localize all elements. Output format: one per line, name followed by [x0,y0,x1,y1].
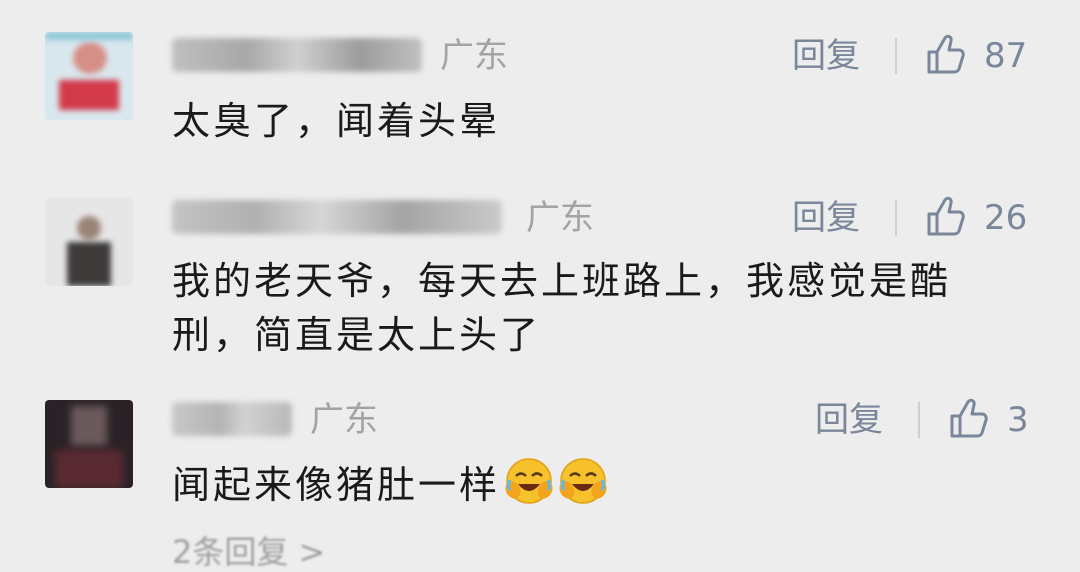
region-label: 广东 [526,198,594,238]
like-count: 26 [984,198,1028,238]
username-blurred[interactable] [172,200,502,234]
username-blurred[interactable] [172,402,292,436]
like-count: 87 [984,36,1028,76]
crying-laughing-face-icon [559,458,607,504]
like-count: 3 [1007,400,1029,440]
comment-text: 我的老天爷，每天去上班路上，我感觉是酷刑，简直是太上头了 [172,259,952,357]
divider [918,402,920,438]
comment-text: 太臭了，闻着头晕 [172,99,501,143]
divider [895,38,897,74]
thumbs-up-icon[interactable] [925,196,965,238]
region-label: 广东 [440,36,508,76]
comment-text-body: 闻起来像猪肚一样 [172,463,501,507]
divider [895,200,897,236]
username-blurred[interactable] [172,38,422,72]
comment-text: 闻起来像猪肚一样 [172,456,1032,512]
thumbs-up-icon[interactable] [948,398,988,440]
reply-button[interactable]: 回复 [815,400,883,440]
reply-button[interactable]: 回复 [792,36,860,76]
user-avatar[interactable] [45,400,133,488]
thumbs-up-icon[interactable] [925,34,965,76]
reply-button[interactable]: 回复 [792,198,860,238]
more-replies-link[interactable]: 2条回复 > [172,532,325,572]
region-label: 广东 [310,400,378,440]
user-avatar[interactable] [45,32,133,120]
user-avatar[interactable] [45,198,133,286]
crying-laughing-face-icon [505,458,553,504]
